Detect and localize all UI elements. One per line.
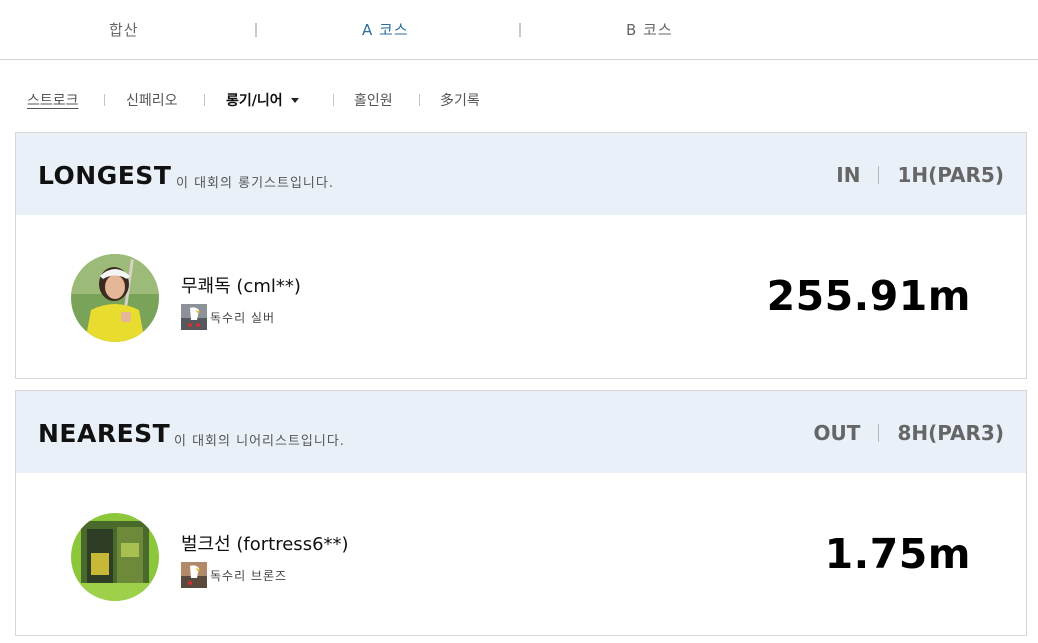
divider [878,166,880,184]
player-badge: 독수리 브론즈 [181,562,287,588]
tab-total[interactable]: 합산 [109,19,139,40]
nearest-body: 벌크선 (fortress6**) 독수리 브론즈 1.75m [16,473,1026,635]
sub-tab-divider [204,94,205,106]
sub-tab-label: 롱기/니어 [226,93,283,109]
player-name[interactable]: 무쾌독 (cml**) [181,272,301,298]
sub-tab-longest-nearest[interactable]: 롱기/니어 [226,90,299,110]
course-tabs: 합산 A 코스 B 코스 [0,0,1038,60]
longest-header: LONGEST 이 대회의 롱기스트입니다. IN 1H(PAR5) [16,133,1026,215]
tab-divider [519,23,521,37]
longest-panel: LONGEST 이 대회의 롱기스트입니다. IN 1H(PAR5) 무쾌독 (c… [15,132,1027,379]
nearest-header: NEAREST 이 대회의 니어리스트입니다. OUT 8H(PAR3) [16,391,1026,473]
sub-tab-callaway[interactable]: 신페리오 [126,90,178,110]
nearest-hole-info: OUT 8H(PAR3) [814,421,1004,445]
caret-down-icon [290,98,299,103]
longest-record: 255.91m [766,272,971,320]
nearest-record: 1.75m [824,530,971,578]
tab-b-course[interactable]: B 코스 [626,19,673,40]
sub-tab-divider [333,94,334,106]
sub-tab-divider [104,94,105,106]
avatar[interactable] [71,513,159,601]
badge-label: 독수리 실버 [210,310,276,325]
hole-label: 1H(PAR5) [897,163,1004,187]
nearest-description: 이 대회의 니어리스트입니다. [174,434,345,449]
avatar[interactable] [71,254,159,342]
nearest-panel: NEAREST 이 대회의 니어리스트입니다. OUT 8H(PAR3) 벌크선 … [15,390,1027,636]
eagle-silver-icon [181,304,207,330]
longest-description: 이 대회의 롱기스트입니다. [176,176,334,191]
longest-body: 무쾌독 (cml**) 독수리 실버 255.91m [16,215,1026,378]
badge-label: 독수리 브론즈 [210,568,288,583]
longest-title: LONGEST [38,161,172,190]
eagle-bronze-icon [181,562,207,588]
nearest-title: NEAREST [38,419,171,448]
longest-hole-info: IN 1H(PAR5) [836,163,1004,187]
tab-a-course[interactable]: A 코스 [362,19,409,40]
course-label: IN [836,163,861,187]
player-badge: 독수리 실버 [181,304,275,330]
hole-label: 8H(PAR3) [897,421,1004,445]
sub-tab-multi-record[interactable]: 多기록 [440,90,480,110]
sub-tab-stroke[interactable]: 스트로크 [27,90,79,110]
sub-tab-hole-in-one[interactable]: 홀인원 [354,90,393,110]
tab-divider [255,23,257,37]
course-label: OUT [813,421,861,445]
player-name[interactable]: 벌크선 (fortress6**) [181,530,349,556]
divider [878,424,880,442]
sub-tab-divider [419,94,420,106]
